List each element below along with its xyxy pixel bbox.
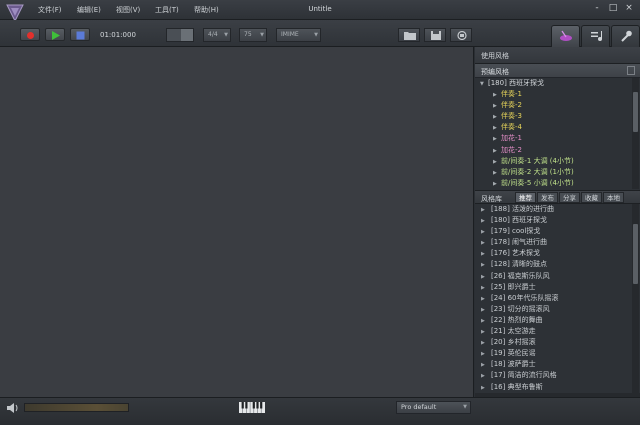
library-list: ▶ [188] 活泼的进行曲 ▶ [180] 西班牙探戈 ▶ [179] cool探戈… [475,204,640,405]
preset-header: 预编风格 [475,64,640,78]
open-folder-button[interactable] [398,28,420,42]
library-item[interactable]: ▶ [21] 太空游走 [475,326,640,337]
time-display: 01:01:000 [100,31,136,39]
tab-style[interactable] [551,25,580,47]
main-canvas[interactable] [0,47,474,397]
preset-item[interactable]: ▶ 伴奏-4 [475,122,640,133]
save-button[interactable] [424,28,446,42]
play-item-icon: ▶ [481,262,485,269]
play-item-icon: ▶ [493,180,497,187]
library-title: 风格库 [481,195,502,203]
play-button[interactable] [45,28,65,41]
library-item[interactable]: ▶ [16] 典型布鲁斯 [475,382,640,393]
export-button[interactable] [450,28,472,42]
library-item[interactable]: ▶ [180] 西班牙探戈 [475,215,640,226]
time-signature-select[interactable]: 4/4 ▼ [203,28,231,42]
status-bar: Pro default ▼ [0,397,640,425]
library-scrollbar[interactable] [632,204,639,405]
menu-file[interactable]: 文件(F) [38,5,77,15]
record-icon [27,32,34,39]
menu-edit[interactable]: 编辑(E) [77,5,116,15]
play-item-icon: ▶ [493,136,497,143]
menu-help[interactable]: 帮助(H) [194,5,233,15]
tab-microphone[interactable] [611,25,640,47]
preset-item[interactable]: ▶ 加花-2 [475,145,640,156]
preset-item[interactable]: ▶ 加花-1 [475,133,640,144]
maximize-button[interactable]: □ [608,3,618,14]
preset-scroll-thumb[interactable] [633,92,638,132]
speaker-icon[interactable] [7,403,19,413]
window-controls: - □ × [592,3,634,14]
preset-item[interactable]: ▶ 伴奏-1 [475,89,640,100]
preset-scrollbar[interactable] [632,78,639,189]
microphone-icon [621,30,632,42]
close-button[interactable]: × [624,3,634,14]
library-item[interactable]: ▶ [176] 艺术探戈 [475,248,640,259]
menu-view[interactable]: 视图(V) [116,5,155,15]
expand-down-icon: ▼ [480,81,484,87]
library-item[interactable]: ▶ [23] 切分的摇滚风 [475,304,640,315]
input-mode-select[interactable]: IMIME ▼ [276,28,321,42]
preset-list: ▼ [180] 西班牙探戈 ▶ 伴奏-1 ▶ 伴奏-2 ▶ 伴奏-3 ▶ 伴奏-4 ▶ 加花… [475,78,640,189]
record-button[interactable] [20,28,40,41]
library-item[interactable]: ▶ [20] 乡村摇滚 [475,337,640,348]
play-item-icon: ▶ [493,147,497,154]
play-item-icon: ▶ [481,384,485,391]
library-item[interactable]: ▶ [17] 简洁的流行风格 [475,370,640,381]
output-preset-select[interactable]: Pro default ▼ [396,401,471,414]
play-icon [52,31,60,40]
toolbar: 01:01:000 4/4 ▼ 75 ▼ IMIME ▼ [0,20,640,47]
preset-item[interactable]: ▶ 伴奏-3 [475,111,640,122]
tab-recommend[interactable]: 推荐 [515,192,536,203]
preset-item[interactable]: ▶ 伴奏-2 [475,100,640,111]
library-item[interactable]: ▶ [19] 英伦民谣 [475,348,640,359]
stop-icon [76,31,85,40]
play-item-icon: ▶ [481,373,485,380]
play-item-icon: ▶ [481,273,485,280]
mode-toggle[interactable] [166,28,194,42]
title-bar: 文件(F) 编辑(E) 视图(V) 工具(T) 帮助(H) Untitle - … [0,0,640,23]
preset-group[interactable]: ▼ [180] 西班牙探戈 [475,78,640,89]
chevron-down-icon: ▼ [224,32,228,38]
stop-button[interactable] [70,28,90,41]
library-header: 风格库 推荐 发布 分享 收藏 本地 [475,190,640,204]
library-item[interactable]: ▶ [24] 60年代乐队摇滚 [475,293,640,304]
notation-icon [591,31,602,41]
style-drum-icon [560,30,572,41]
tab-publish[interactable]: 发布 [537,192,558,203]
preset-item[interactable]: ▶ 前/间奏-1 大调 (4小节) [475,156,640,167]
tab-share[interactable]: 分享 [559,192,580,203]
chevron-down-icon: ▼ [260,32,264,38]
menu-bar: 文件(F) 编辑(E) 视图(V) 工具(T) 帮助(H) [38,5,233,15]
library-item[interactable]: ▶ [178] 闹气进行曲 [475,237,640,248]
preset-item[interactable]: ▶ 前/间奏-2 大调 (1小节) [475,167,640,178]
library-item[interactable]: ▶ [188] 活泼的进行曲 [475,204,640,215]
chevron-down-icon: ▼ [463,404,467,410]
library-item[interactable]: ▶ [128] 清晰的鼓点 [475,259,640,270]
panel-title: 使用风格 [475,47,640,64]
library-item[interactable]: ▶ [179] cool探戈 [475,226,640,237]
tempo-select[interactable]: 75 ▼ [239,28,267,42]
library-item[interactable]: ▶ [18] 波萨爵士 [475,359,640,370]
save-icon [431,31,441,40]
library-item[interactable]: ▶ [22] 热烈的舞曲 [475,315,640,326]
menu-tools[interactable]: 工具(T) [155,5,194,15]
piano-keyboard-icon[interactable] [239,402,265,413]
export-icon [457,31,467,40]
library-tabs: 推荐 发布 分享 收藏 本地 [515,192,624,203]
tab-local[interactable]: 本地 [603,192,624,203]
library-item[interactable]: ▶ [25] 即兴爵士 [475,282,640,293]
library-scroll-thumb[interactable] [633,224,638,284]
panel-tabs [550,25,640,47]
preset-item[interactable]: ▶ 前/间奏-5 小调 (4小节) [475,178,640,189]
folder-icon [404,32,416,40]
minimize-button[interactable]: - [592,3,602,14]
tab-favorites[interactable]: 收藏 [581,192,602,203]
chevron-down-icon: ▼ [314,32,318,38]
style-panel: 使用风格 预编风格 ▼ [180] 西班牙探戈 ▶ 伴奏-1 ▶ 伴奏-2 ▶ 伴奏-3… [475,47,640,405]
library-item[interactable]: ▶ [26] 福克斯乐队风 [475,271,640,282]
preset-menu-icon[interactable] [627,66,635,75]
volume-level-meter[interactable] [24,403,129,412]
tab-notation[interactable] [581,25,610,47]
